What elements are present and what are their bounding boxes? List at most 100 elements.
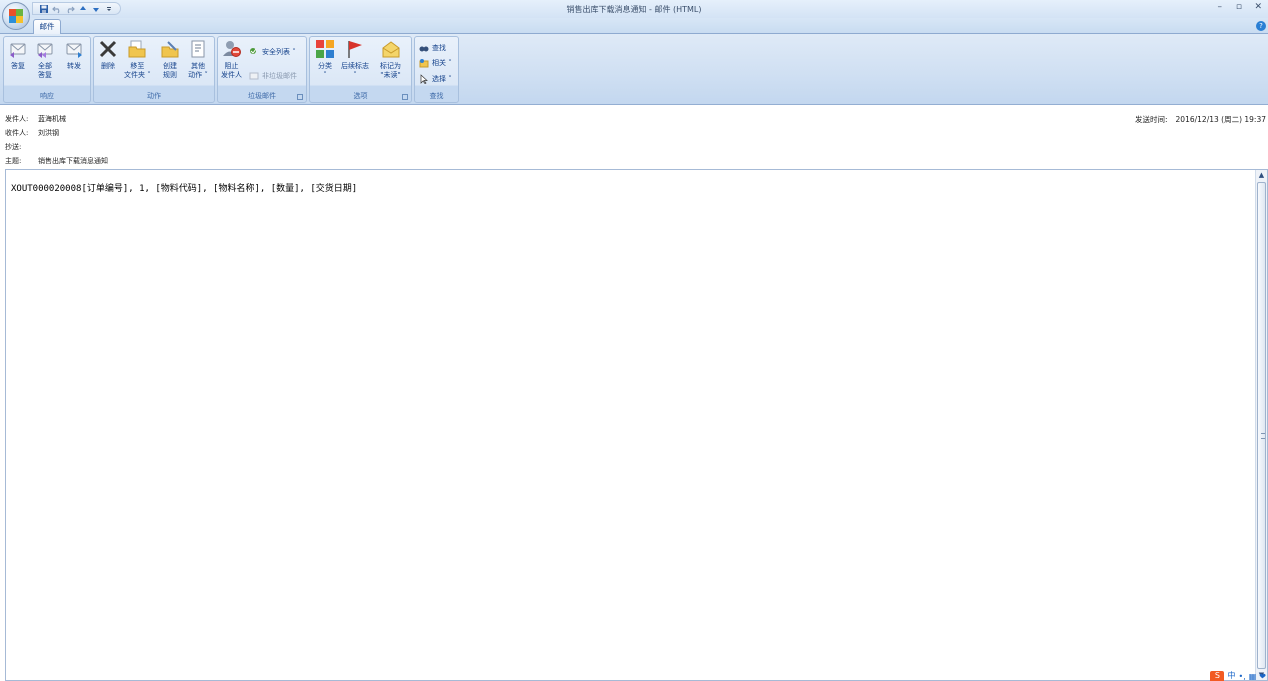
safe-lists-icon xyxy=(250,48,257,54)
to-value[interactable]: 刘洪钢 xyxy=(38,128,59,138)
group-respond-label: 响应 xyxy=(40,92,54,100)
forward-icon xyxy=(66,43,82,58)
ribbon-tab-strip: 邮件 ? xyxy=(0,18,1268,35)
message-body[interactable]: XOUT000020008[订单编号], 1, [物料代码], [物料名称], … xyxy=(5,169,1268,681)
group-actions-label: 动作 xyxy=(147,92,161,100)
cc-row: 抄送: xyxy=(5,142,38,152)
sent-time: 发送时间: 2016/12/13 (周二) 19:37 xyxy=(1135,114,1266,125)
customize-icon[interactable] xyxy=(104,4,114,14)
subject-value: 销售出库下载消息通知 xyxy=(38,157,108,165)
from-label: 发件人: xyxy=(5,115,29,123)
cursor-icon xyxy=(420,74,428,84)
block-label-1: 阻止 xyxy=(224,62,239,70)
next-icon[interactable] xyxy=(91,4,101,14)
other-actions-button[interactable]: 其他 动作 ˅ xyxy=(188,39,208,80)
other-actions-icon xyxy=(191,40,205,58)
mark-unread-button[interactable]: 标记为 "未读" xyxy=(380,39,401,80)
mark-label-1: 标记为 xyxy=(380,62,401,70)
safe-lists-button[interactable]: 安全列表 ˅ xyxy=(249,46,296,58)
block-label-2: 发件人 xyxy=(221,71,242,79)
forward-button[interactable]: 转发 xyxy=(64,39,84,71)
move-label-2: 文件夹 ˅ xyxy=(124,71,151,79)
from-row: 发件人: 蓝海机械 xyxy=(5,114,66,124)
vertical-scrollbar[interactable]: ▲ ▼ xyxy=(1255,170,1267,680)
not-junk-icon xyxy=(249,72,259,80)
delete-label: 删除 xyxy=(101,62,115,70)
message-header: 发件人: 蓝海机械 收件人: 刘洪钢 抄送: 主题: 销售出库下载消息通知 xyxy=(0,106,1268,169)
office-logo-icon xyxy=(9,9,23,23)
prev-icon[interactable] xyxy=(78,4,88,14)
undo-icon[interactable] xyxy=(52,4,62,14)
follow-up-label-1: 后续标志 xyxy=(341,62,369,70)
group-respond: 答复 全部 答复 转发 响应 xyxy=(3,36,91,103)
ime-skin-icon[interactable]: ❤ xyxy=(1259,672,1266,681)
delete-button[interactable]: 删除 xyxy=(98,39,118,71)
rule-label-2: 规则 xyxy=(163,71,177,79)
reply-icon xyxy=(10,43,26,58)
safe-lists-label: 安全列表 ˅ xyxy=(262,48,296,56)
from-value[interactable]: 蓝海机械 xyxy=(38,114,66,124)
select-label: 选择 ˅ xyxy=(432,75,452,83)
reply-all-icon xyxy=(37,43,53,58)
tab-message[interactable]: 邮件 xyxy=(33,19,61,35)
subject-row: 主题: 销售出库下载消息通知 xyxy=(5,156,108,166)
group-actions: 删除 移至 文件夹 ˅ 创建 规则 其他 动作 ˅ 动作 xyxy=(93,36,215,103)
office-button[interactable] xyxy=(2,2,30,30)
rule-label-1: 创建 xyxy=(163,62,177,70)
ime-punctuation-icon[interactable]: •, xyxy=(1238,672,1245,681)
not-junk-label: 非垃圾邮件 xyxy=(262,72,297,80)
ime-mode[interactable]: 中 xyxy=(1227,670,1235,681)
maximize-button[interactable]: ▫ xyxy=(1236,2,1242,12)
follow-up-button[interactable]: 后续标志 ˅ xyxy=(341,39,369,80)
move-to-folder-button[interactable]: 移至 文件夹 ˅ xyxy=(124,39,151,80)
categorize-label-1: 分类 xyxy=(318,62,332,70)
mark-unread-icon xyxy=(382,41,399,58)
mark-label-2: "未读" xyxy=(380,71,401,79)
reply-label: 答复 xyxy=(11,62,25,70)
categorize-icon xyxy=(316,40,334,58)
move-label-1: 移至 xyxy=(130,62,145,70)
other-label-2: 动作 ˅ xyxy=(188,71,208,79)
group-find: 查找 相关 ˅ 选择 ˅ 查找 xyxy=(414,36,459,103)
flag-icon xyxy=(348,41,362,58)
rule-icon xyxy=(161,41,179,58)
ime-toolbar: S 中 •, ▦ ❤ xyxy=(1210,671,1266,681)
close-button[interactable]: ✕ xyxy=(1254,2,1262,12)
block-sender-icon xyxy=(222,41,241,57)
ime-keyboard-icon[interactable]: ▦ xyxy=(1249,672,1257,681)
to-label: 收件人: xyxy=(5,129,29,137)
group-options-label: 选项 xyxy=(353,92,368,100)
help-icon[interactable]: ? xyxy=(1256,21,1266,31)
minimize-button[interactable]: – xyxy=(1218,2,1223,12)
not-junk-button[interactable]: 非垃圾邮件 xyxy=(249,70,297,82)
block-sender-button[interactable]: 阻止 发件人 xyxy=(221,39,242,80)
create-rule-button[interactable]: 创建 规则 xyxy=(160,39,180,80)
ime-logo-icon[interactable]: S xyxy=(1210,671,1225,681)
group-find-label: 查找 xyxy=(429,92,444,100)
move-folder-icon xyxy=(128,40,146,58)
select-button[interactable]: 选择 ˅ xyxy=(419,73,452,85)
scroll-grip-icon xyxy=(1261,433,1265,439)
quick-access-toolbar xyxy=(32,2,121,15)
ribbon: 答复 全部 答复 转发 响应 删除 移至 文件夹 ˅ 创建 规则 其他 动作 ˅… xyxy=(0,34,1268,105)
related-button[interactable]: 相关 ˅ xyxy=(419,57,452,69)
reply-all-button[interactable]: 全部 答复 xyxy=(35,39,55,80)
redo-icon[interactable] xyxy=(65,4,75,14)
follow-up-label-2: ˅ xyxy=(353,71,357,79)
reply-all-label-2: 答复 xyxy=(38,71,52,79)
scroll-thumb[interactable] xyxy=(1257,182,1266,669)
save-icon[interactable] xyxy=(39,4,49,14)
subject-label: 主题: xyxy=(5,157,22,165)
options-dialog-launcher-icon[interactable] xyxy=(402,94,408,100)
scroll-up-icon[interactable]: ▲ xyxy=(1256,170,1267,180)
group-options: 分类 ˅ 后续标志 ˅ 标记为 "未读" 选项 xyxy=(309,36,412,103)
to-row: 收件人: 刘洪钢 xyxy=(5,128,59,138)
find-button[interactable]: 查找 xyxy=(419,42,446,54)
categorize-button[interactable]: 分类 ˅ xyxy=(315,39,335,80)
sent-value: 2016/12/13 (周二) 19:37 xyxy=(1175,115,1266,124)
title-bar: 销售出库下载消息通知 - 邮件 (HTML) – ▫ ✕ xyxy=(0,0,1268,18)
sent-label: 发送时间: xyxy=(1135,115,1168,124)
junk-dialog-launcher-icon[interactable] xyxy=(297,94,303,100)
group-junk-email: 阻止 发件人 安全列表 ˅ 非垃圾邮件 垃圾邮件 xyxy=(217,36,307,103)
reply-button[interactable]: 答复 xyxy=(8,39,28,71)
